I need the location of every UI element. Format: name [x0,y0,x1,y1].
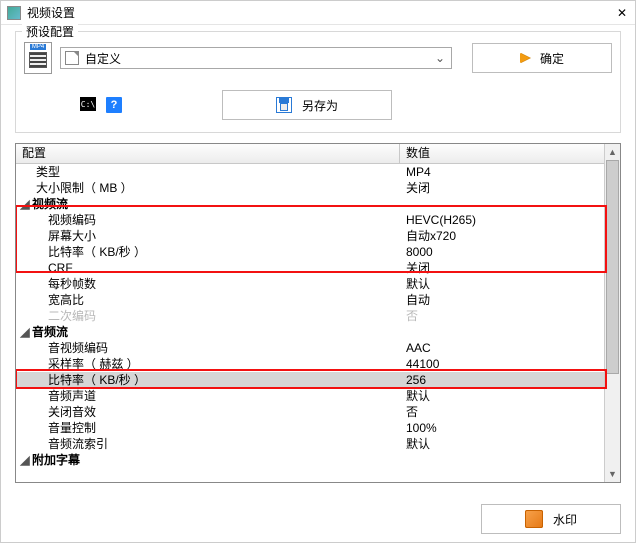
row-key: 音频流索引 [48,436,108,452]
row-value: 44100 [400,356,604,372]
header-value[interactable]: 数值 [400,144,604,163]
ok-button[interactable]: 确定 [472,43,612,73]
vertical-scrollbar[interactable]: ▲ ▼ [604,144,620,482]
row-key: 比特率（ KB/秒 ） [48,372,146,388]
row-value: HEVC(H265) [400,212,604,228]
grid-row[interactable]: 音频声道 默认 [16,388,604,404]
row-key: 二次编码 [48,308,96,324]
grid-row[interactable]: 音视频编码 AAC [16,340,604,356]
grid-row[interactable]: ◢视频流 [16,196,604,212]
row-key: 视频编码 [48,212,96,228]
console-icon[interactable]: C:\ [80,97,96,111]
preset-combo[interactable]: 自定义 ⌄ [60,47,452,69]
row-value: 否 [400,404,604,420]
row-key: 音频声道 [48,388,96,404]
grid-row[interactable]: 比特率（ KB/秒 ） 256 [16,372,604,388]
collapse-icon[interactable]: ◢ [20,196,30,212]
collapse-icon[interactable]: ◢ [20,324,30,340]
row-key: 音频流 [32,324,68,340]
save-as-label: 另存为 [302,97,338,114]
grid-row[interactable]: CRF 关闭 [16,260,604,276]
scroll-thumb[interactable] [606,160,619,374]
row-key: 视频流 [32,196,68,212]
row-value: 8000 [400,244,604,260]
settings-grid: 配置 数值 类型MP4大小限制（ MB ）关闭◢视频流视频编码HEVC(H265… [15,143,621,483]
scroll-down-icon[interactable]: ▼ [605,466,620,482]
row-value [400,324,604,340]
grid-row[interactable]: 视频编码 HEVC(H265) [16,212,604,228]
row-key: 附加字幕 [32,452,80,468]
watermark-label: 水印 [553,511,577,528]
grid-row[interactable]: ◢音频流 [16,324,604,340]
row-value: 默认 [400,388,604,404]
header-config[interactable]: 配置 [16,144,400,163]
grid-row[interactable]: 类型 MP4 [16,164,604,180]
preset-combo-value: 自定义 [85,50,433,67]
row-key: 屏幕大小 [48,228,96,244]
help-icon[interactable]: ? [106,97,122,113]
row-value: AAC [400,340,604,356]
row-key: 关闭音效 [48,404,96,420]
row-value: 默认 [400,436,604,452]
watermark-button[interactable]: 水印 [481,504,621,534]
row-key: 采样率（ 赫兹 ） [48,356,139,372]
grid-row[interactable]: 比特率（ KB/秒 ） 8000 [16,244,604,260]
row-key: 大小限制（ MB ） [36,180,133,196]
scroll-up-icon[interactable]: ▲ [605,144,620,160]
row-key: 音量控制 [48,420,96,436]
row-value: 默认 [400,276,604,292]
grid-row[interactable]: 音量控制 100% [16,420,604,436]
row-key: 比特率（ KB/秒 ） [48,244,146,260]
preset-legend: 预设配置 [22,23,78,40]
row-value: 256 [400,372,604,388]
grid-row[interactable]: 大小限制（ MB ） 关闭 [16,180,604,196]
row-key: 类型 [36,164,60,180]
close-icon[interactable]: ✕ [615,6,629,20]
grid-row[interactable]: 宽高比 自动 [16,292,604,308]
floppy-disk-icon [276,97,292,113]
grid-body: 类型MP4大小限制（ MB ）关闭◢视频流视频编码HEVC(H265)屏幕大小自… [16,164,604,468]
row-value: 自动 [400,292,604,308]
row-key: 宽高比 [48,292,84,308]
grid-row[interactable]: 屏幕大小 自动x720 [16,228,604,244]
row-value: MP4 [400,164,604,180]
save-as-button[interactable]: 另存为 [222,90,392,120]
row-value [400,452,604,468]
mp4-icon [24,42,52,74]
arrow-right-icon [520,53,530,63]
row-value: 自动x720 [400,228,604,244]
grid-row[interactable]: 音频流索引 默认 [16,436,604,452]
grid-row[interactable]: ◢附加字幕 [16,452,604,468]
preset-fieldset: 预设配置 自定义 ⌄ 确定 C:\ ? 另存为 [15,31,621,133]
row-value [400,196,604,212]
grid-header: 配置 数值 [16,144,604,164]
row-key: 音视频编码 [48,340,108,356]
row-value: 100% [400,420,604,436]
row-key: 每秒帧数 [48,276,96,292]
row-value: 关闭 [400,260,604,276]
row-value: 否 [400,308,604,324]
watermark-icon [525,510,543,528]
document-icon [65,51,79,65]
grid-row[interactable]: 关闭音效 否 [16,404,604,420]
ok-button-label: 确定 [540,50,564,67]
chevron-down-icon: ⌄ [433,51,447,65]
grid-row[interactable]: 二次编码 否 [16,308,604,324]
app-icon [7,6,21,20]
grid-row[interactable]: 每秒帧数 默认 [16,276,604,292]
window-title: 视频设置 [27,4,615,21]
row-key: CRF [48,260,73,276]
grid-row[interactable]: 采样率（ 赫兹 ） 44100 [16,356,604,372]
titlebar: 视频设置 ✕ [1,1,635,25]
collapse-icon[interactable]: ◢ [20,452,30,468]
row-value: 关闭 [400,180,604,196]
